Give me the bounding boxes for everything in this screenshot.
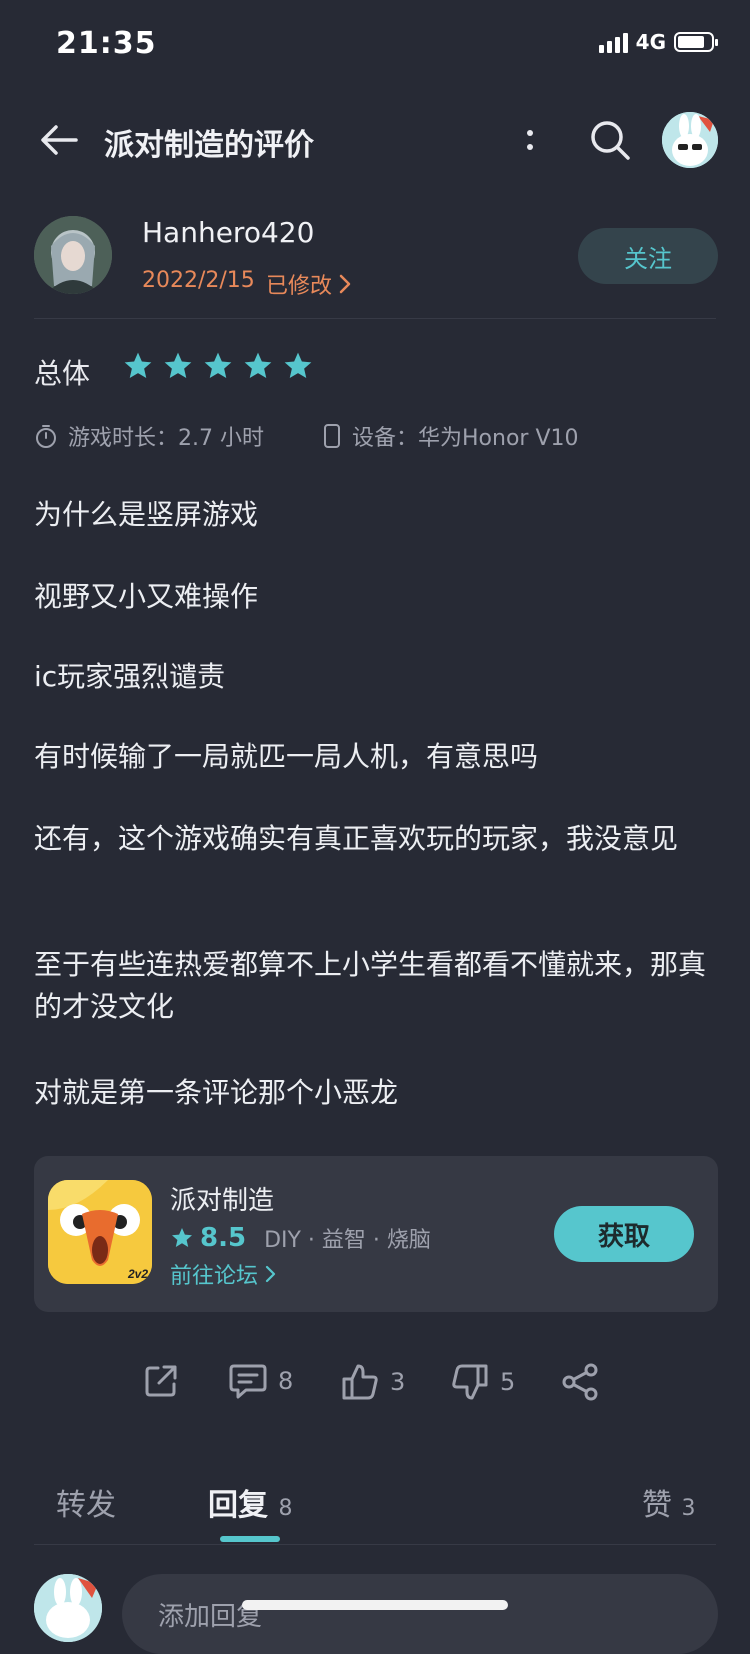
- tab-reply-label: 回复: [208, 1488, 268, 1523]
- battery-icon: [674, 32, 718, 52]
- share-external-button[interactable]: [142, 1362, 180, 1400]
- edited-history-link[interactable]: 已修改: [266, 268, 352, 300]
- device-info: 设备：华为Honor V10: [322, 420, 579, 452]
- status-time: 21:35: [56, 26, 157, 61]
- like-count: 3: [390, 1368, 406, 1396]
- tab-like[interactable]: 赞 3: [642, 1480, 696, 1524]
- thumbs-up-icon: [342, 1364, 378, 1400]
- app-tags: DIY · 益智 · 烧脑: [264, 1228, 431, 1253]
- signal-icon: [598, 31, 628, 53]
- divider: [34, 318, 716, 319]
- rabbit-avatar-icon: [34, 1574, 102, 1642]
- thumbs-down-icon: [452, 1364, 488, 1400]
- divider: [34, 1544, 716, 1545]
- stopwatch-icon: [36, 425, 56, 448]
- more-dot-icon: [527, 144, 533, 150]
- page-title: 派对制造的评价: [104, 128, 314, 163]
- forum-link-label: 前往论坛: [170, 1264, 259, 1289]
- more-options-button[interactable]: [512, 120, 548, 160]
- more-dot-icon: [527, 130, 533, 136]
- rabbit-avatar-icon: [662, 112, 718, 168]
- network-type: 4G: [635, 30, 666, 54]
- review-paragraph: 为什么是竖屏游戏: [34, 498, 259, 531]
- share-button[interactable]: [560, 1362, 600, 1402]
- author-avatar[interactable]: [34, 216, 112, 294]
- review-paragraph: 有时候输了一局就匹一局人机，有意思吗: [34, 740, 539, 773]
- back-arrow-icon: [41, 125, 78, 155]
- comment-icon: [229, 1364, 267, 1399]
- tab-reply[interactable]: 回复 8: [208, 1480, 292, 1524]
- app-score: 8.5: [200, 1223, 247, 1253]
- playtime-info: 游戏时长：2.7 小时: [34, 420, 264, 452]
- comment-button[interactable]: 8: [228, 1362, 293, 1400]
- review-paragraph: 视野又小又难操作: [34, 580, 259, 613]
- rating-star-icon: [124, 352, 152, 378]
- app-icon[interactable]: 2v2: [48, 1180, 152, 1284]
- rating-star-icon: [164, 352, 192, 378]
- tab-forward[interactable]: 转发: [56, 1480, 116, 1524]
- party-game-app-icon: 2v2: [48, 1180, 152, 1284]
- like-button[interactable]: 3: [340, 1362, 405, 1402]
- user-avatar[interactable]: [662, 112, 718, 168]
- rating-stars: [122, 350, 314, 382]
- forum-link[interactable]: 前往论坛: [170, 1258, 276, 1290]
- status-indicators: 4G: [598, 30, 718, 54]
- app-icon-badge: 2v2: [127, 1267, 148, 1281]
- playtime-text: 游戏时长：2.7 小时: [68, 426, 264, 451]
- review-paragraph: 对就是第一条评论那个小恶龙: [34, 1076, 399, 1109]
- action-bar: 8 3 5: [0, 1362, 750, 1410]
- tab-like-label: 赞: [642, 1488, 672, 1523]
- app-rating: 8.5 DIY · 益智 · 烧脑: [170, 1222, 431, 1254]
- review-paragraph: 至于有些连热爱都算不上小学生看都看不懂就来，那真的才没文化: [34, 948, 707, 1023]
- anime-character-avatar-icon: [34, 216, 112, 294]
- follow-button[interactable]: 关注: [578, 228, 718, 284]
- app-name[interactable]: 派对制造: [170, 1180, 274, 1217]
- chevron-right-icon: [265, 1265, 276, 1283]
- tab-reply-count: 8: [278, 1496, 293, 1521]
- search-button[interactable]: [588, 118, 632, 162]
- overall-rating-label: 总体: [34, 357, 91, 390]
- comment-count: 8: [278, 1367, 294, 1395]
- review-paragraph: 还有，这个游戏确实有真正喜欢玩的玩家，我没意见: [34, 822, 679, 855]
- phone-icon: [324, 424, 340, 448]
- get-app-button[interactable]: 获取: [554, 1206, 694, 1262]
- home-indicator[interactable]: [242, 1600, 508, 1610]
- rating-star-icon: [244, 352, 272, 378]
- dislike-count: 5: [500, 1368, 516, 1396]
- reply-user-avatar: [34, 1574, 102, 1642]
- rating-star-icon: [204, 352, 232, 378]
- review-date: 2022/2/15: [142, 268, 255, 293]
- star-icon: [172, 1228, 192, 1247]
- dislike-button[interactable]: 5: [450, 1362, 515, 1402]
- edited-label: 已修改: [266, 274, 333, 299]
- back-button[interactable]: [36, 116, 84, 164]
- review-paragraph: ic玩家强烈谴责: [34, 660, 226, 693]
- external-link-icon: [145, 1365, 177, 1397]
- chevron-right-icon: [339, 274, 351, 294]
- tab-like-count: 3: [681, 1496, 696, 1521]
- reply-input[interactable]: 添加回复: [122, 1574, 718, 1654]
- share-icon: [562, 1363, 598, 1401]
- active-tab-indicator: [220, 1536, 280, 1542]
- search-icon: [591, 121, 630, 160]
- author-name[interactable]: Hanhero420: [142, 216, 314, 249]
- rating-star-icon: [284, 352, 312, 378]
- device-text: 设备：华为Honor V10: [352, 426, 579, 451]
